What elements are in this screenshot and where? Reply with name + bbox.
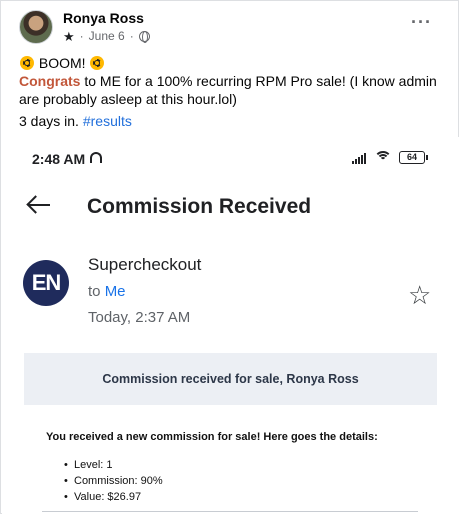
post-line-1-text: BOOM! <box>38 55 86 71</box>
email-lead: You received a new commission for sale! … <box>46 431 378 443</box>
commission-banner: Commission received for sale, Ronya Ross <box>24 353 437 405</box>
back-arrow-icon[interactable] <box>26 193 54 217</box>
received-time: Today, 2:37 AM <box>88 309 191 326</box>
post-line-3-text: 3 days in. <box>19 113 83 129</box>
sender-avatar: EN <box>23 260 69 306</box>
status-time: 2:48 AM <box>32 151 86 167</box>
recipient-line: to Me <box>88 283 126 300</box>
email-screenshot[interactable]: 2:48 AM 64 Commission Received EN Superc… <box>2 137 459 514</box>
post-line-3: 3 days in. #results <box>19 112 439 130</box>
signal-icon <box>352 153 366 164</box>
facebook-post: Ronya Ross ★ · June 6 · ··· BOOM! Congra… <box>0 0 459 514</box>
post-line-2-text: to ME for a 100% recurring RPM Pro sale!… <box>19 73 437 107</box>
commission-details: Level: 1 Commission: 90% Value: $26.97 <box>64 457 163 505</box>
separator-2: · <box>129 29 134 43</box>
author-avatar[interactable] <box>19 10 53 44</box>
post-date[interactable]: June 6 <box>89 29 125 43</box>
phone-status-bar: 2:48 AM 64 <box>2 137 459 167</box>
wifi-icon <box>374 151 392 165</box>
globe-icon <box>138 30 150 43</box>
congrats-text: Congrats <box>19 73 81 89</box>
divider <box>42 511 418 512</box>
post-separator: · <box>79 29 84 43</box>
email-title: Commission Received <box>87 195 312 218</box>
sender-name: Supercheckout <box>88 255 202 274</box>
top-fan-star-icon: ★ <box>63 28 75 44</box>
post-text: BOOM! Congrats to ME for a 100% recurrin… <box>19 54 439 130</box>
post-line-2: Congrats to ME for a 100% recurring RPM … <box>19 72 439 108</box>
radioactive-emoji-icon <box>20 56 34 70</box>
detail-item: Value: $26.97 <box>64 489 163 505</box>
post-line-1: BOOM! <box>19 54 439 72</box>
more-options-button[interactable]: ··· <box>411 13 432 31</box>
battery-icon: 64 <box>399 151 428 164</box>
post-meta: ★ · June 6 · <box>63 29 150 43</box>
radioactive-emoji-icon <box>90 56 105 70</box>
recipient-link[interactable]: Me <box>105 283 126 300</box>
detail-item: Commission: 90% <box>64 473 163 489</box>
author-name[interactable]: Ronya Ross <box>63 10 144 26</box>
recipient-prefix: to <box>88 283 105 300</box>
headphone-icon <box>90 152 102 163</box>
detail-item: Level: 1 <box>64 457 163 473</box>
hashtag-link[interactable]: #results <box>83 113 132 129</box>
star-outline-icon[interactable]: ☆ <box>408 282 431 308</box>
